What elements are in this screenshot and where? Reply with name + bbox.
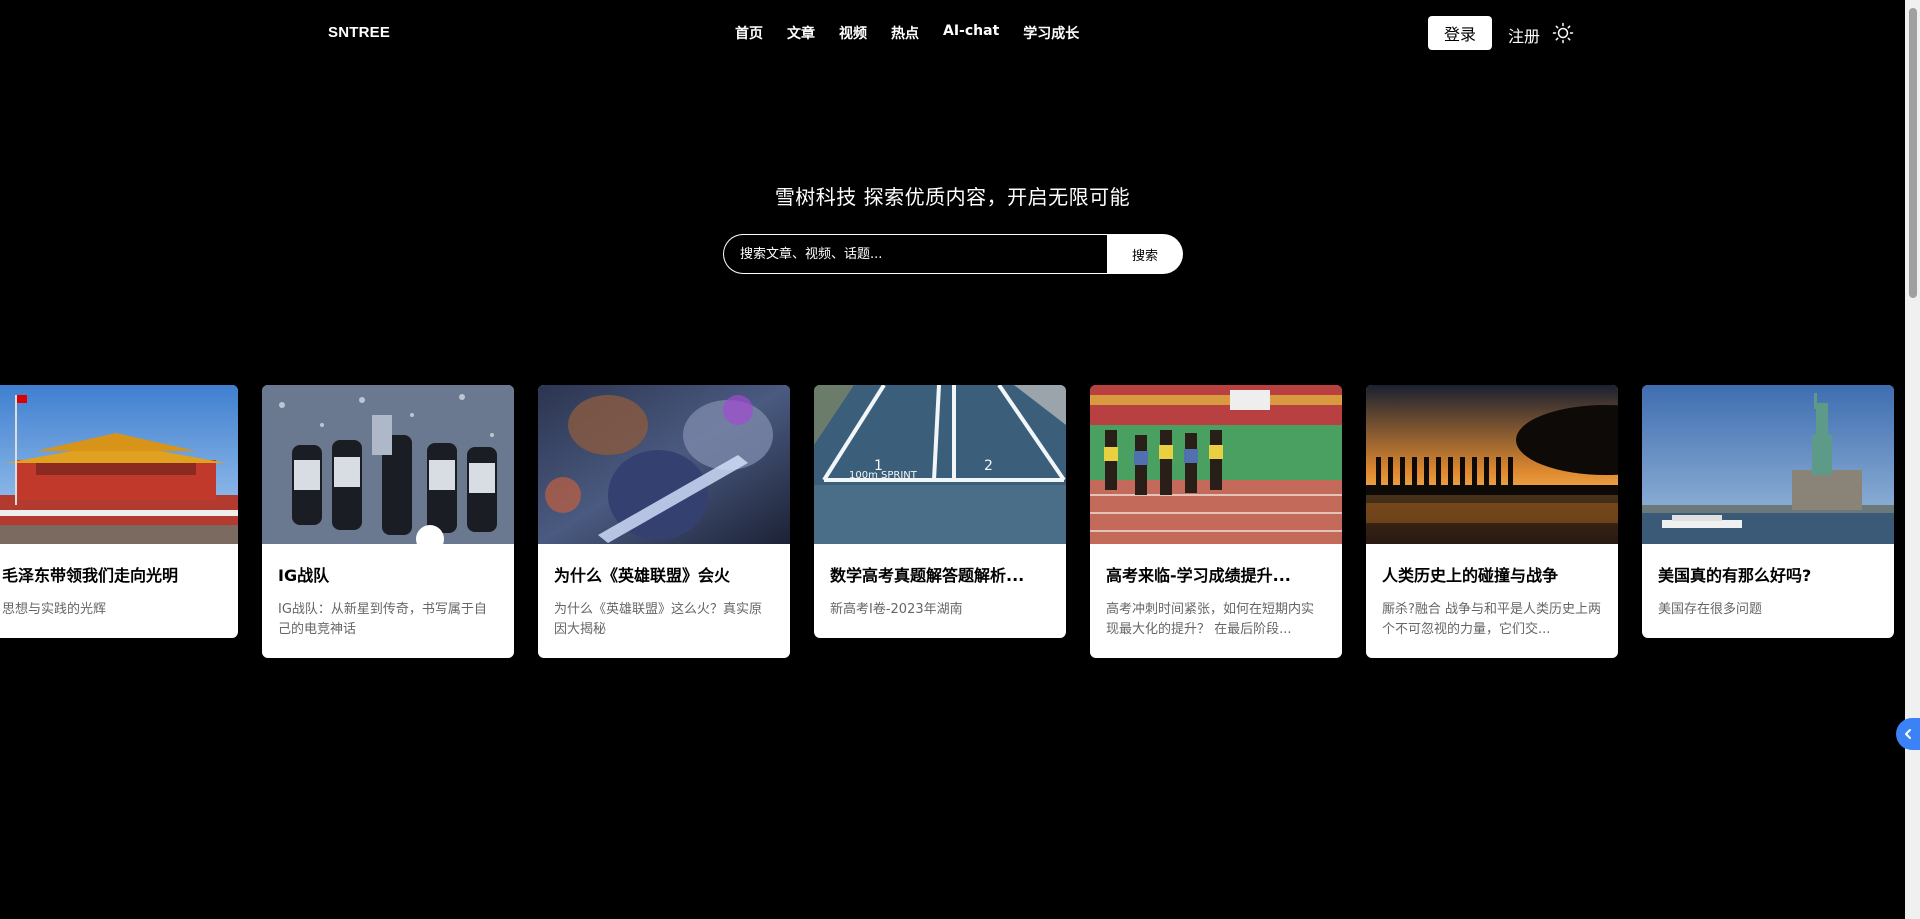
card-title: 毛泽东带领我们走向光明 <box>2 566 179 585</box>
soldiers-sunset-image <box>1366 385 1618 544</box>
card-desc: 高考冲刺时间紧张，如何在短期内实现最大化的提升？ 在最后阶段... <box>1106 602 1315 637</box>
site-header: SNTREE 首页 文章 视频 热点 AI-chat 学习成长 登录 注册 <box>0 0 1905 66</box>
card-desc: 思想与实践的光辉 <box>2 602 107 617</box>
card-desc: 厮杀?融合 战争与和平是人类历史上两个不可忽视的力量，它们交... <box>1382 602 1602 637</box>
chevron-left-icon <box>1902 725 1914 744</box>
sprinters-image <box>1090 385 1342 544</box>
nav-articles[interactable]: 文章 <box>787 23 815 43</box>
esports-trophy-image <box>262 385 514 544</box>
svg-text:100m SPRINT: 100m SPRINT <box>849 470 918 481</box>
card-title: 数学高考真题解答题解析... <box>830 566 1025 585</box>
login-button[interactable]: 登录 <box>1428 16 1492 50</box>
nav-hot[interactable]: 热点 <box>891 23 919 43</box>
svg-text:2: 2 <box>984 458 993 474</box>
card-desc: 为什么《英雄联盟》这么火？真实原因大揭秘 <box>554 602 763 637</box>
article-card[interactable]: 美国真的有那么好吗? 美国存在很多问题 <box>1642 385 1894 638</box>
side-panel-toggle[interactable] <box>1896 718 1920 750</box>
register-link[interactable]: 注册 <box>1508 23 1540 47</box>
card-desc: 美国存在很多问题 <box>1658 602 1763 617</box>
hero-title: 雪树科技 探索优质内容，开启无限可能 <box>774 185 1131 209</box>
card-desc: 新高考Ⅰ卷-2023年湖南 <box>830 602 963 617</box>
game-artwork-image <box>538 385 790 544</box>
card-title: 美国真的有那么好吗? <box>1658 566 1812 585</box>
nav-home[interactable]: 首页 <box>735 23 763 43</box>
scrollbar-thumb[interactable] <box>1909 8 1917 298</box>
article-card[interactable]: 人类历史上的碰撞与战争 厮杀?融合 战争与和平是人类历史上两个不可忽视的力量，它… <box>1366 385 1618 658</box>
tiananmen-gate-image <box>0 385 238 544</box>
search-bar: 搜索 <box>723 234 1183 274</box>
article-card[interactable]: 1 2 100m SPRINT 数学高考真题解答题解析... 新高考Ⅰ卷-202… <box>814 385 1066 638</box>
nav-learning[interactable]: 学习成长 <box>1023 23 1079 43</box>
sun-icon[interactable] <box>1552 22 1574 44</box>
card-title: 高考来临-学习成绩提升... <box>1106 566 1291 585</box>
article-card[interactable]: 毛泽东带领我们走向光明 思想与实践的光辉 <box>0 385 238 638</box>
card-title: 为什么《英雄联盟》会火 <box>554 566 731 585</box>
article-card[interactable]: 高考来临-学习成绩提升... 高考冲刺时间紧张，如何在短期内实现最大化的提升？ … <box>1090 385 1342 658</box>
nav-videos[interactable]: 视频 <box>839 23 867 43</box>
main-nav: 首页 文章 视频 热点 AI-chat 学习成长 <box>735 23 1079 43</box>
search-button[interactable]: 搜索 <box>1107 234 1183 274</box>
article-card[interactable]: 为什么《英雄联盟》会火 为什么《英雄联盟》这么火？真实原因大揭秘 <box>538 385 790 658</box>
search-input[interactable] <box>723 234 1107 274</box>
card-title: IG战队 <box>278 566 330 585</box>
statue-of-liberty-image <box>1642 385 1894 544</box>
brand-logo[interactable]: SNTREE <box>328 24 390 41</box>
page-scrollbar[interactable] <box>1905 0 1920 919</box>
card-desc: IG战队：从新星到传奇，书写属于自己的电竞神话 <box>278 602 487 637</box>
article-card[interactable]: IG战队 IG战队：从新星到传奇，书写属于自己的电竞神话 <box>262 385 514 658</box>
running-track-image: 1 2 100m SPRINT <box>814 385 1066 544</box>
nav-ai-chat[interactable]: AI-chat <box>943 23 999 43</box>
card-title: 人类历史上的碰撞与战争 <box>1382 566 1559 585</box>
